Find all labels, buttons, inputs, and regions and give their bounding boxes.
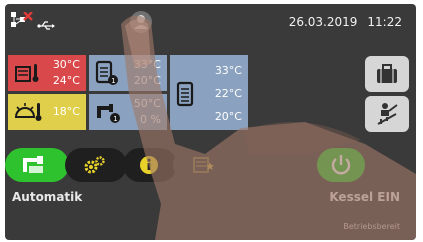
solar-values: 30°C 24°C: [53, 57, 80, 89]
buffer-tank-value-1: 33°C: [133, 58, 161, 71]
date-time: 26.03.2019 11:22: [279, 15, 402, 29]
book-star-icon: [193, 156, 215, 178]
logbook-button[interactable]: [173, 148, 235, 182]
buffer-storage-value-2: 22°C: [214, 87, 242, 100]
info-icon: [139, 155, 159, 179]
outdoor-sun-thermometer-icon: [14, 101, 44, 126]
chimney-sweep-icon: [377, 103, 398, 125]
buffer-tank-values: 33°C 20°C: [134, 57, 161, 89]
buffer-storage-icon: [176, 81, 198, 110]
boiler-status-label: Betriebsbereit: [343, 222, 400, 231]
hot-water-value-1: 50°C: [133, 97, 161, 110]
hot-water-values: 50°C 0 %: [134, 96, 161, 128]
automatic-mode-icon: [19, 154, 47, 180]
user-icon[interactable]: [129, 10, 153, 38]
usb-icon: [37, 16, 55, 35]
info-button[interactable]: [123, 148, 177, 182]
power-icon: [330, 154, 352, 180]
network-error-icon: [11, 11, 33, 36]
outdoor-value-1: 18°C: [52, 105, 80, 118]
hot-water-tile[interactable]: 1 50°C 0 %: [89, 94, 167, 130]
boiler-state-label: Kessel EIN: [329, 190, 400, 204]
boiler-power-button[interactable]: [317, 148, 365, 182]
automatic-mode-label: Automatik: [12, 190, 83, 204]
solar-value-1: 30°C: [52, 58, 80, 71]
buffer-tank-icon: 1: [95, 60, 119, 89]
settings-button[interactable]: [65, 148, 127, 182]
hot-water-tap-icon: 1: [95, 100, 121, 127]
buffer-storage-value-1: 33°C: [214, 64, 242, 77]
svg-text:1: 1: [113, 115, 117, 123]
touch-screen: 26.03.2019 11:22 30°C 24°C 1 33°C 20°C 1…: [5, 4, 416, 240]
svg-text:1: 1: [111, 77, 115, 85]
buffer-storage-value-3: 20°C: [214, 110, 242, 123]
outdoor-tile[interactable]: 18°C: [8, 94, 86, 130]
hot-water-value-2: 0 %: [140, 113, 161, 126]
device-bezel: 26.03.2019 11:22 30°C 24°C 1 33°C 20°C 1…: [0, 0, 423, 242]
solar-thermometer-icon: [14, 61, 42, 88]
settings-gears-icon: [83, 155, 107, 179]
outdoor-values: 18°C: [53, 104, 80, 120]
suitcase-icon: [377, 64, 397, 83]
time-text: 11:22: [367, 15, 402, 29]
buffer-tank-tile[interactable]: 1 33°C 20°C: [89, 55, 167, 91]
automatic-mode-button[interactable]: [5, 148, 69, 182]
solar-value-2: 24°C: [52, 74, 80, 87]
holiday-button[interactable]: [365, 56, 409, 92]
date-text: 26.03.2019: [288, 15, 358, 29]
chimney-sweep-button[interactable]: [365, 96, 409, 132]
buffer-storage-values: 33°C 22°C 20°C: [215, 59, 242, 128]
solar-tile[interactable]: 30°C 24°C: [8, 55, 86, 91]
buffer-tank-value-2: 20°C: [133, 74, 161, 87]
status-bar: 26.03.2019 11:22: [5, 4, 416, 42]
buffer-storage-tile[interactable]: 33°C 22°C 20°C: [170, 55, 248, 130]
